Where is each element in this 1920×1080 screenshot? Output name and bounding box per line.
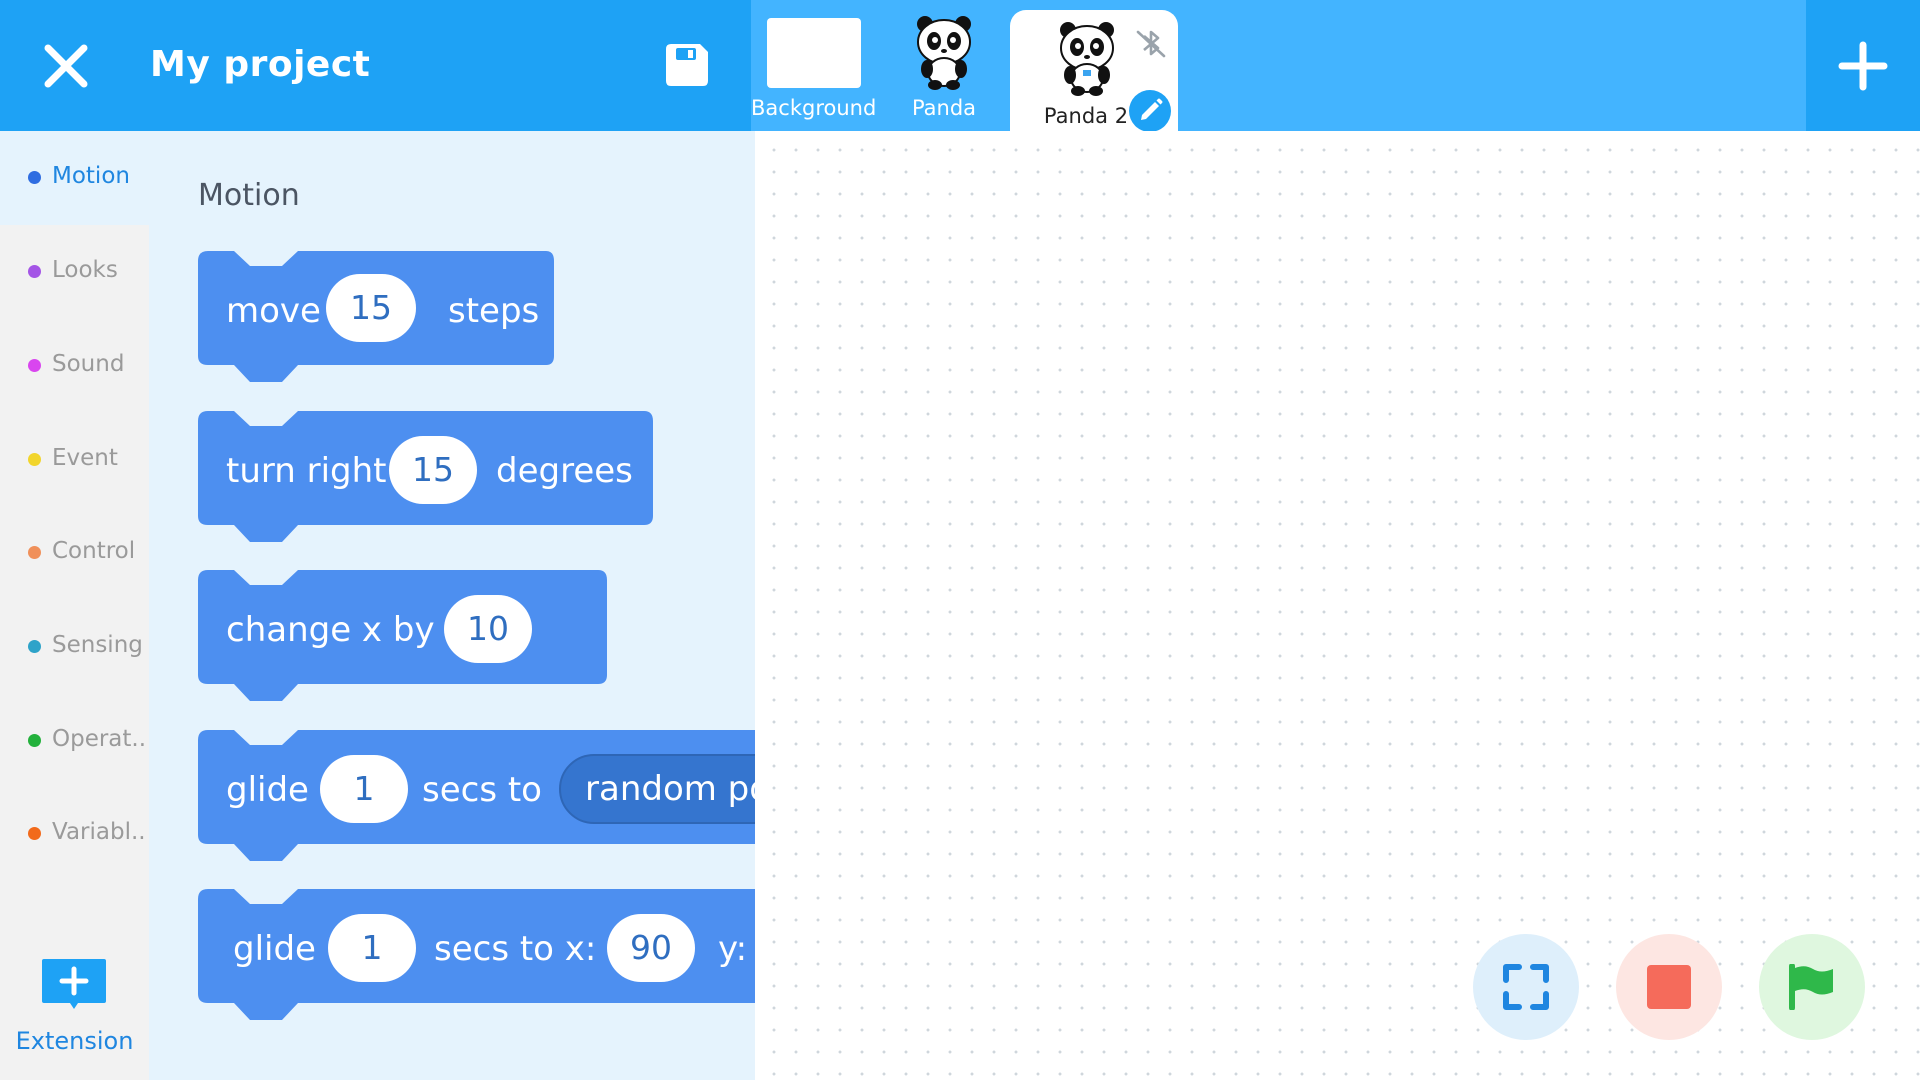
- x-coordinate-input[interactable]: 90: [607, 914, 695, 982]
- category-label: Operat..: [52, 726, 147, 752]
- sprite-tab-background[interactable]: Background: [751, 0, 877, 131]
- category-label: Event: [52, 445, 118, 471]
- steps-input[interactable]: 15: [326, 274, 416, 342]
- sprite-tab-label: Background: [751, 96, 877, 120]
- block-change-x[interactable]: change x by 10: [198, 570, 608, 703]
- panda-icon: [1060, 22, 1114, 96]
- x-change-input[interactable]: 10: [444, 595, 532, 663]
- degrees-input[interactable]: 15: [389, 436, 477, 504]
- block-text: steps: [448, 291, 540, 331]
- save-icon: [666, 44, 708, 86]
- category-operators[interactable]: Operat..: [0, 694, 149, 788]
- extension-label: Extension: [15, 1027, 134, 1055]
- category-dot: [28, 359, 41, 372]
- block-text: glide: [233, 929, 316, 969]
- block-move-steps[interactable]: move 15 steps: [198, 251, 556, 384]
- block-text: move: [226, 291, 321, 331]
- category-label: Motion: [52, 163, 130, 189]
- script-canvas[interactable]: [755, 131, 1920, 1080]
- green-flag-icon: [1789, 964, 1833, 1010]
- green-flag-button[interactable]: [1759, 934, 1865, 1040]
- block-text: change x by: [226, 610, 435, 650]
- category-control[interactable]: Control: [0, 506, 149, 600]
- category-label: Looks: [52, 257, 118, 283]
- bluetooth-off-icon: [1136, 30, 1166, 58]
- sprite-tab-label: Panda 2: [1043, 104, 1129, 128]
- category-dot: [28, 734, 41, 747]
- stop-button[interactable]: [1616, 934, 1722, 1040]
- category-dot: [28, 546, 41, 559]
- add-sprite-button[interactable]: [1806, 0, 1920, 131]
- panda-icon: [917, 16, 971, 90]
- block-text: y:: [718, 929, 748, 969]
- block-turn-right[interactable]: turn right 15 degrees: [198, 411, 654, 544]
- block-text: glide: [226, 770, 309, 810]
- glide-secs-input[interactable]: 1: [320, 755, 408, 823]
- background-thumbnail: [767, 18, 861, 88]
- category-label: Control: [52, 538, 136, 564]
- category-dot: [28, 171, 41, 184]
- glide-secs-input[interactable]: 1: [328, 914, 416, 982]
- header-bar: My project: [0, 0, 751, 131]
- palette-title: Motion: [198, 178, 300, 213]
- block-text: turn right: [226, 451, 387, 491]
- category-variables[interactable]: Variabl..: [0, 787, 149, 881]
- edit-sprite-button[interactable]: [1129, 90, 1171, 132]
- category-dot: [28, 827, 41, 840]
- close-icon: [44, 44, 88, 88]
- extension-icon: [42, 959, 106, 1009]
- category-label: Sound: [52, 351, 125, 377]
- fullscreen-button[interactable]: [1473, 934, 1579, 1040]
- category-sidebar: Motion Looks Sound Event Control Sensing…: [0, 131, 149, 1080]
- sprite-tab-panda-2[interactable]: Panda 2: [1010, 10, 1178, 132]
- category-sound[interactable]: Sound: [0, 319, 149, 413]
- save-button[interactable]: [662, 40, 712, 90]
- plus-icon: [1838, 41, 1888, 91]
- close-button[interactable]: [40, 40, 92, 92]
- pencil-icon: [1141, 98, 1163, 120]
- category-looks[interactable]: Looks: [0, 225, 149, 319]
- project-title[interactable]: My project: [150, 44, 370, 85]
- block-text: secs to: [422, 770, 542, 810]
- category-motion[interactable]: Motion: [0, 131, 149, 225]
- stop-icon: [1647, 965, 1691, 1009]
- category-dot: [28, 640, 41, 653]
- category-dot: [28, 265, 41, 278]
- category-label: Sensing: [52, 632, 143, 658]
- block-text: secs to x:: [434, 929, 597, 969]
- sprite-tab-panda[interactable]: Panda: [893, 0, 995, 131]
- category-label: Variabl..: [52, 819, 146, 845]
- category-sensing[interactable]: Sensing: [0, 600, 149, 694]
- fullscreen-icon: [1503, 964, 1549, 1010]
- sprite-tab-label: Panda: [911, 96, 977, 120]
- block-text: degrees: [496, 451, 633, 491]
- category-dot: [28, 453, 41, 466]
- extension-button[interactable]: Extension: [0, 941, 149, 1055]
- category-event[interactable]: Event: [0, 413, 149, 507]
